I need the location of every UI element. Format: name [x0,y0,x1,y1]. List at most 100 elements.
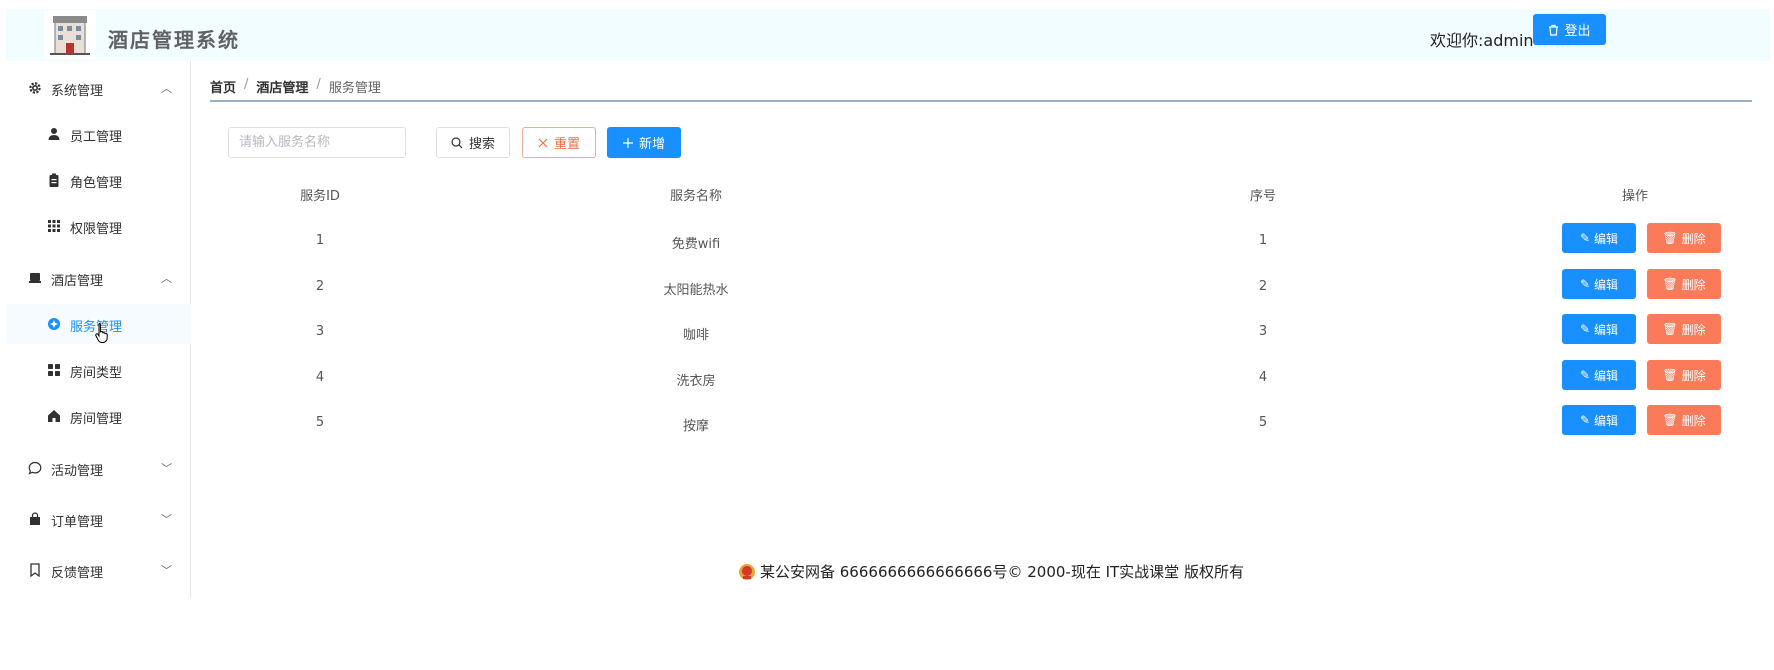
add-button-label: 新增 [638,137,665,152]
welcome-text: 欢迎你:admin [1430,31,1534,50]
reset-button[interactable]: 重置 [522,127,596,158]
cell-name: 咖啡 [682,328,710,343]
clipboard-icon [49,173,59,187]
edit-button[interactable]: ✎ 编辑 [1562,360,1636,390]
sidebar-group-label: 活动管理 [51,464,104,479]
edit-label: 编辑 [1594,368,1619,383]
breadcrumb-current: 服务管理 [328,81,381,96]
edit-button[interactable]: ✎ 编辑 [1562,405,1636,435]
chevron-up-icon: ︿ [161,272,172,285]
bookmark-icon [30,563,40,577]
edit-button[interactable]: ✎ 编辑 [1562,314,1636,344]
app-title: 酒店管理系统 [108,28,240,52]
add-service-button[interactable]: 新增 [607,127,681,158]
column-header-actions: 操作 [1621,189,1649,204]
delete-label: 删除 [1681,413,1706,428]
sidebar-item-room-types[interactable]: 房间类型 [6,350,191,390]
sidebar-group-hotel[interactable]: 酒店管理 ︿ [6,258,191,298]
top-header: 酒店管理系统 欢迎你:admin 登出 [6,9,1770,61]
column-header-order: 序号 [1249,189,1277,204]
delete-button[interactable]: 🗑 删除 [1647,314,1721,344]
delete-button[interactable]: 🗑 删除 [1647,223,1721,253]
sidebar-item-label: 角色管理 [70,176,123,191]
chat-icon [28,461,42,475]
trash-icon: 🗑 [1662,368,1678,382]
cell-name: 太阳能热水 [663,283,729,298]
trash-icon: 🗑 [1662,277,1678,291]
chevron-down-icon: ﹀ [161,564,172,577]
reset-button-label: 重置 [553,137,580,152]
sidebar-item-permissions[interactable]: 权限管理 [6,206,191,246]
logout-button[interactable]: 登出 [1533,14,1606,45]
delete-label: 删除 [1681,322,1706,337]
sidebar-group-label: 酒店管理 [51,274,104,289]
delete-label: 删除 [1681,368,1706,383]
logout-label: 登出 [1564,24,1591,39]
edit-icon: ✎ [1579,368,1591,382]
delete-button[interactable]: 🗑 删除 [1647,269,1721,299]
edit-label: 编辑 [1594,231,1619,246]
cell-id: 4 [315,370,325,385]
cell-order: 2 [1258,279,1268,294]
delete-button[interactable]: 🗑 删除 [1647,360,1721,390]
delete-label: 删除 [1681,277,1706,292]
sidebar-group-orders[interactable]: 订单管理 ﹀ [6,499,191,539]
breadcrumb-section[interactable]: 酒店管理 [256,77,308,96]
table-row: 3 咖啡 3 ✎ 编辑 🗑 删除 [210,310,1752,355]
edit-label: 编辑 [1594,413,1619,428]
plus-icon [622,137,633,148]
edit-button[interactable]: ✎ 编辑 [1562,223,1636,253]
table-row: 2 太阳能热水 2 ✎ 编辑 🗑 删除 [210,265,1752,310]
police-badge-icon [739,563,755,580]
breadcrumb-divider [210,100,1752,102]
cell-order: 4 [1258,370,1268,385]
table-row: 1 免费wifi 1 ✎ 编辑 🗑 删除 [210,219,1752,264]
user-icon [48,128,60,140]
service-icon [48,318,60,330]
service-name-search-input[interactable] [228,127,406,158]
edit-button[interactable]: ✎ 编辑 [1562,269,1636,299]
sidebar-item-roles[interactable]: 角色管理 [6,160,191,200]
bag-icon [30,512,40,525]
edit-label: 编辑 [1594,322,1619,337]
trash-icon: 🗑 [1662,322,1678,336]
search-button[interactable]: 搜索 [436,127,510,158]
chevron-down-icon: ﹀ [161,462,172,475]
grid-icon [48,220,60,232]
home-icon [48,410,60,422]
cell-id: 3 [315,324,325,339]
column-header-name: 服务名称 [669,189,723,204]
cell-id: 5 [315,415,325,430]
sidebar-group-label: 反馈管理 [51,566,104,581]
sidebar-item-staff[interactable]: 员工管理 [6,114,191,154]
breadcrumb-home[interactable]: 首页 [210,77,236,96]
trash-icon: 🗑 [1662,413,1678,427]
delete-button[interactable]: 🗑 删除 [1647,405,1721,435]
search-icon [451,136,463,148]
cell-name: 按摩 [682,419,710,434]
trash-icon: 🗑 [1662,231,1678,245]
cell-id: 2 [315,279,325,294]
trash-icon [1549,24,1559,36]
sidebar-group-activities[interactable]: 活动管理 ﹀ [6,448,191,488]
edit-icon: ✎ [1579,413,1591,427]
edit-icon: ✎ [1579,322,1591,336]
close-icon [538,138,548,147]
cell-name: 免费wifi [671,237,721,252]
cell-name: 洗衣房 [676,374,716,389]
column-header-id: 服务ID [300,189,340,204]
hotel-logo-icon [44,10,96,60]
cell-id: 1 [315,233,325,248]
breadcrumb-separator: / [244,77,249,92]
sidebar-item-label: 房间类型 [70,366,123,381]
sidebar-group-feedback[interactable]: 反馈管理 ﹀ [6,550,191,590]
menu-grid-icon [48,364,60,376]
sidebar-item-rooms[interactable]: 房间管理 [6,396,191,436]
hand-cursor-icon [95,323,108,343]
footer: 某公安网备 6666666666666666号© 2000-现在 IT实战课堂 … [738,561,1244,582]
cell-order: 5 [1258,415,1268,430]
breadcrumb-separator: / [316,77,321,92]
sidebar-group-system[interactable]: 系统管理 ︿ [6,68,191,108]
gear-icon [29,82,41,94]
footer-text: 某公安网备 6666666666666666号© 2000-现在 IT实战课堂 … [760,563,1244,581]
